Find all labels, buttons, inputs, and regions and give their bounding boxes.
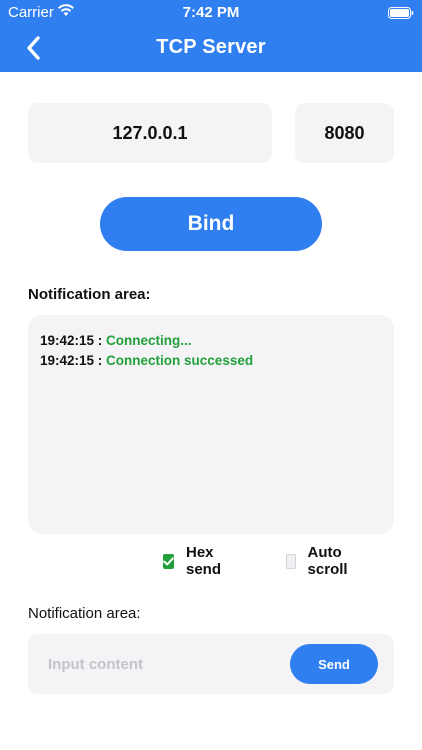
log-message: Connection successed [106,353,254,368]
send-button[interactable]: Send [290,644,378,684]
port-field[interactable]: 8080 [295,103,394,163]
log-separator: : [94,353,107,368]
auto-scroll-label: Auto scroll [307,544,348,578]
notification-area-label: Notification area: [28,286,151,303]
status-time: 7:42 PM [182,4,240,21]
log-timestamp: 19:42:15 [40,333,95,348]
battery-icon [388,6,414,23]
checkbox-checked-icon [163,553,174,569]
log-timestamp: 19:42:15 [40,353,95,368]
log-line: 19:42:15 : Connecting... [40,331,382,351]
content-input[interactable] [48,652,278,676]
log-message: Connecting... [106,333,192,348]
log-area[interactable]: 19:42:15 : Connecting... 19:42:15 : Conn… [28,315,394,534]
auto-scroll-checkbox[interactable]: Auto scroll [286,544,353,578]
checkbox-unchecked-icon [286,553,296,569]
bind-button[interactable]: Bind [100,197,322,251]
send-input-row: Send [28,634,394,694]
hex-send-label: Hex send [186,544,222,578]
hex-send-checkbox[interactable]: Hex send [163,544,225,578]
app-header: Carrier 7:42 PM TCP Server [0,0,422,72]
ip-address-field[interactable]: 127.0.0.1 [28,103,272,163]
log-separator: : [94,333,107,348]
page-title: TCP Server [156,36,266,58]
log-line: 19:42:15 : Connection successed [40,351,382,371]
send-area-label: Notification area: [28,605,141,622]
navigation-bar: TCP Server [0,24,422,72]
status-bar: Carrier 7:42 PM [0,0,422,24]
